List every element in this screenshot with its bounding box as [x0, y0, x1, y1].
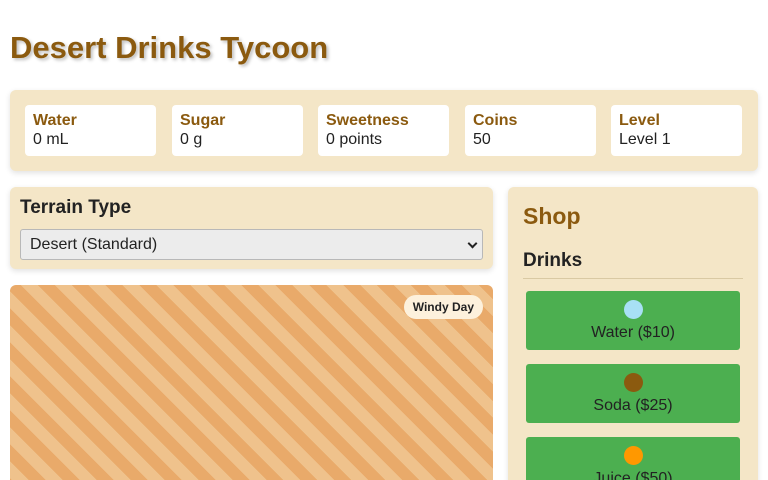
drink-label: Juice ($50): [593, 470, 673, 480]
stat-coins: Coins 50: [465, 105, 596, 156]
stat-value: 0 g: [180, 131, 203, 148]
page-title: Desert Drinks Tycoon: [10, 30, 329, 65]
stat-sugar: Sugar 0 g: [172, 105, 303, 156]
buy-water-button[interactable]: Water ($10): [526, 291, 740, 350]
stat-value: 50: [473, 131, 491, 148]
stat-value: 0 points: [326, 131, 383, 148]
stat-label: Coins: [473, 112, 518, 129]
buy-soda-button[interactable]: Soda ($25): [526, 364, 740, 423]
shop-panel: Shop Drinks Water ($10) Soda ($25) Juice…: [508, 187, 758, 480]
stat-level: Level Level 1: [611, 105, 742, 156]
soda-drink-icon: [624, 373, 643, 392]
stat-sweetness: Sweetness 0 points: [318, 105, 449, 156]
game-canvas[interactable]: Windy Day: [10, 285, 493, 480]
stat-label: Water: [33, 112, 77, 129]
game-app: Desert Drinks Tycoon Water 0 mL Sugar 0 …: [0, 0, 768, 480]
stat-label: Sweetness: [326, 112, 409, 129]
weather-badge: Windy Day: [403, 295, 483, 319]
terrain-select[interactable]: Desert (Standard): [20, 229, 483, 260]
shop-section-title: Drinks: [523, 250, 743, 279]
drink-label: Water ($10): [591, 324, 675, 341]
chevron-down-icon: [467, 238, 478, 249]
buy-juice-button[interactable]: Juice ($50): [526, 437, 740, 480]
water-drink-icon: [624, 300, 643, 319]
stat-water: Water 0 mL: [25, 105, 156, 156]
juice-drink-icon: [624, 446, 643, 465]
drink-label: Soda ($25): [593, 397, 673, 414]
stat-value: 0 mL: [33, 131, 69, 148]
stat-value: Level 1: [619, 131, 671, 148]
stat-label: Level: [619, 112, 660, 129]
shop-title: Shop: [523, 203, 581, 229]
terrain-panel: Terrain Type Desert (Standard): [10, 187, 493, 269]
stats-bar: Water 0 mL Sugar 0 g Sweetness 0 points …: [10, 90, 758, 171]
terrain-selected-value: Desert (Standard): [30, 236, 158, 253]
terrain-heading: Terrain Type: [20, 197, 132, 218]
stat-label: Sugar: [180, 112, 226, 129]
